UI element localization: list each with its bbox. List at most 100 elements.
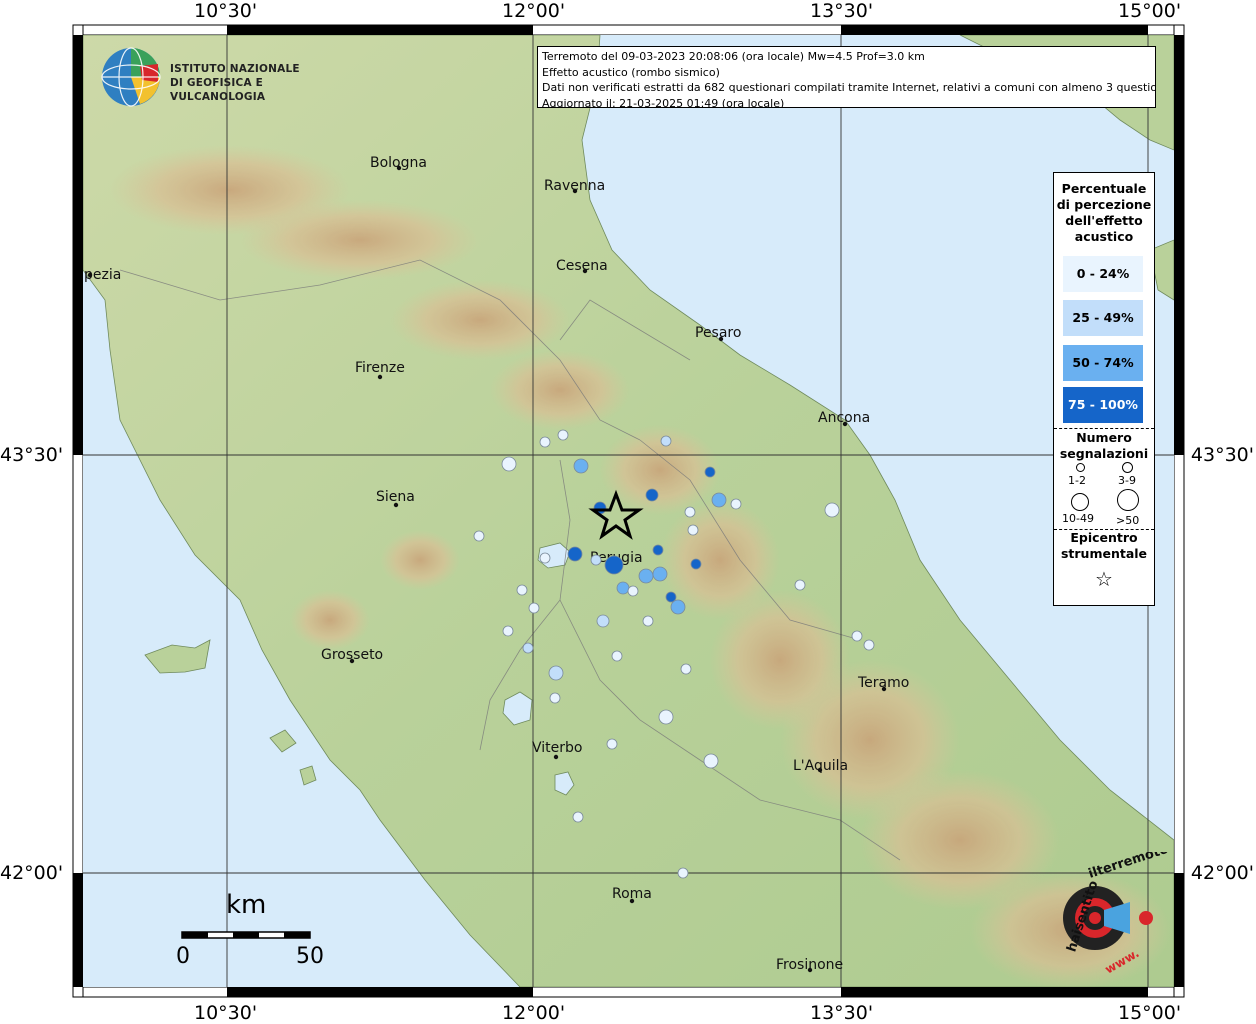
lon-label-3: 13°30'	[810, 0, 874, 22]
legend-title-line: dell'effetto	[1065, 213, 1143, 228]
lon-label-1: 10°30'	[194, 0, 258, 22]
city-label: L'Aquila	[793, 758, 848, 774]
observation-point	[730, 498, 742, 510]
legend-class-25-49: 25 - 49%	[1063, 300, 1143, 336]
city-label: Teramo	[857, 675, 909, 691]
observation-point	[567, 546, 583, 562]
observation-point	[611, 650, 623, 662]
lon-label-bottom-1: 10°30'	[194, 1002, 258, 1024]
observation-point	[606, 738, 618, 750]
size-symbol-small	[1076, 463, 1085, 472]
legend-epicenter-title: Epicentro strumentale	[1054, 530, 1154, 562]
globe-icon	[101, 47, 161, 107]
observation-point	[690, 558, 702, 570]
legend-class-50-74: 50 - 74%	[1063, 345, 1143, 381]
observation-point	[660, 435, 672, 447]
legend-divider	[1054, 428, 1154, 429]
legend-title-line: di percezione	[1056, 197, 1152, 212]
observation-point	[703, 753, 719, 769]
observation-point	[863, 639, 875, 651]
legend-class-75-100: 75 - 100%	[1063, 387, 1143, 423]
legend-epicenter-line: strumentale	[1060, 546, 1148, 561]
lon-label-bottom-4: 15°00'	[1118, 1002, 1182, 1024]
lon-label-bottom-2: 12°00'	[502, 1002, 566, 1024]
observation-point	[684, 506, 696, 518]
observation-point	[573, 458, 589, 474]
legend-class-0-24: 0 - 24%	[1063, 256, 1143, 292]
info-line-1: Terremoto del 09-03-2023 20:08:06 (ora l…	[542, 50, 925, 63]
ingv-logo: ISTITUTO NAZIONALE DI GEOFISICA E VULCAN…	[100, 46, 340, 110]
observation-point	[670, 599, 686, 615]
lon-label-bottom-3: 13°30'	[810, 1002, 874, 1024]
legend: Percentuale di percezione dell'effetto a…	[1053, 172, 1155, 606]
observation-point	[473, 530, 485, 542]
observation-point	[549, 692, 561, 704]
lat-label-2: 42°00'	[0, 862, 64, 884]
observation-point	[687, 524, 699, 536]
observation-point	[596, 614, 610, 628]
lon-label-4: 15°00'	[1118, 0, 1182, 22]
lat-label-1: 43°30'	[0, 444, 64, 466]
lat-label-right-2: 42°00'	[1190, 862, 1254, 884]
lat-label-right-1: 43°30'	[1190, 444, 1254, 466]
observation-point	[645, 488, 659, 502]
size-label-1-2: 1-2	[1068, 474, 1086, 487]
observation-point	[851, 630, 863, 642]
size-label-10-49: 10-49	[1062, 512, 1094, 525]
size-symbol-large	[1071, 493, 1089, 511]
legend-epicenter-line: Epicentro	[1070, 530, 1138, 545]
stamp-text-3: www.	[1103, 946, 1142, 977]
city-label: pezia	[84, 267, 121, 283]
legend-size-title-line: segnalazioni	[1059, 446, 1149, 461]
observation-point	[638, 568, 654, 584]
haisentito-stamp: haisentito ilterremoto.it www.	[1030, 837, 1185, 982]
observation-point	[652, 566, 668, 582]
observation-point	[652, 544, 664, 556]
observation-point	[528, 602, 540, 614]
info-line-4: Aggiornato il: 21-03-2025 01:49 (ora loc…	[542, 96, 785, 108]
logo-line-2: DI GEOFISICA E VULCANOLOGIA	[170, 77, 266, 103]
target-logo-icon: haisentito ilterremoto.it www.	[1063, 837, 1185, 977]
city-label: Frosinone	[776, 957, 843, 973]
logo-line-1: ISTITUTO NAZIONALE	[170, 63, 300, 75]
observation-point	[572, 811, 584, 823]
city-label: Ancona	[818, 410, 870, 426]
city-label: Ravenna	[544, 178, 605, 194]
size-symbol-medium	[1122, 462, 1133, 473]
observation-point	[824, 502, 840, 518]
city-label: Roma	[612, 886, 652, 902]
legend-size-title-line: Numero	[1076, 430, 1132, 445]
observation-point	[604, 555, 624, 575]
info-line-2: Effetto acustico (rombo sismico)	[542, 65, 720, 79]
observation-point	[658, 709, 674, 725]
star-icon: ☆	[1095, 567, 1113, 591]
city-label: Pesaro	[695, 325, 741, 341]
scale-min: 0	[176, 944, 190, 969]
city-label: Grosseto	[321, 647, 383, 663]
scale-bar	[181, 931, 311, 939]
observation-point	[677, 867, 689, 879]
size-label-50: >50	[1116, 514, 1140, 527]
stamp-text-2: ilterremoto.it	[1087, 852, 1170, 882]
scale-unit: km	[226, 890, 267, 920]
observation-point	[557, 429, 569, 441]
observation-point	[516, 584, 528, 596]
observation-point	[680, 663, 692, 675]
observation-point	[539, 436, 551, 448]
legend-title: Percentuale di percezione dell'effetto a…	[1054, 181, 1154, 245]
scale-max: 50	[296, 944, 324, 969]
city-label: Viterbo	[532, 740, 582, 756]
observation-point	[502, 625, 514, 637]
event-info-box: Terremoto del 09-03-2023 20:08:06 (ora l…	[537, 46, 1156, 108]
observation-point	[794, 579, 806, 591]
observation-point	[616, 581, 630, 595]
observation-point	[522, 642, 534, 654]
observation-point	[627, 585, 639, 597]
city-label: Bologna	[370, 155, 427, 171]
observation-point	[539, 552, 551, 564]
city-label: Cesena	[556, 258, 608, 274]
city-label: Siena	[376, 489, 415, 505]
size-symbol-xlarge	[1117, 489, 1139, 511]
observation-point	[642, 615, 654, 627]
legend-size-title: Numero segnalazioni	[1054, 430, 1154, 462]
